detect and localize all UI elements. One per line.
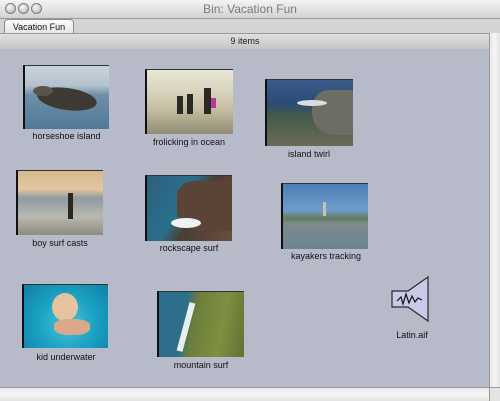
clip-item[interactable]: frolicking in ocean <box>145 69 233 149</box>
audio-file-item[interactable]: Latin.aif <box>384 275 444 345</box>
item-count: 9 items <box>230 36 260 46</box>
clip-label: island twirl <box>287 149 330 159</box>
clip-thumbnail[interactable] <box>281 183 368 249</box>
clip-item[interactable]: horseshoe island <box>23 65 110 145</box>
clip-item[interactable]: boy surf casts <box>16 170 104 250</box>
bin-contents-area[interactable]: horseshoe island frolicking in ocean isl… <box>0 49 489 387</box>
clip-item[interactable]: mountain surf <box>157 291 245 373</box>
clip-label: kayakers tracking <box>290 251 362 261</box>
vertical-scrollbar[interactable] <box>489 33 500 387</box>
clip-label: boy surf casts <box>32 238 88 248</box>
clip-thumbnail[interactable] <box>22 284 108 348</box>
item-count-bar: 9 items <box>0 33 490 50</box>
clip-label: frolicking in ocean <box>152 137 226 147</box>
resize-corner[interactable] <box>489 387 500 401</box>
clip-item[interactable]: kid underwater <box>22 284 110 364</box>
horizontal-scrollbar[interactable] <box>0 387 489 401</box>
tab-vacation-fun[interactable]: Vacation Fun <box>4 19 74 33</box>
clip-item[interactable]: rockscape surf <box>145 175 233 255</box>
clip-item[interactable]: kayakers tracking <box>281 183 371 265</box>
window-title: Bin: Vacation Fun <box>203 2 297 16</box>
clip-thumbnail[interactable] <box>157 291 244 357</box>
audio-file-label: Latin.aif <box>396 330 428 340</box>
clip-label: mountain surf <box>173 360 229 370</box>
tab-strip: Vacation Fun <box>0 19 500 33</box>
clip-thumbnail[interactable] <box>145 175 232 241</box>
clip-label: horseshoe island <box>32 131 101 141</box>
title-bar: Bin: Vacation Fun <box>0 0 500 19</box>
clip-item[interactable]: island twirl <box>265 79 353 161</box>
clip-label: rockscape surf <box>159 243 219 253</box>
clip-thumbnail[interactable] <box>23 65 109 129</box>
clip-thumbnail[interactable] <box>16 170 103 235</box>
clip-thumbnail[interactable] <box>145 69 233 134</box>
clip-thumbnail[interactable] <box>265 79 353 146</box>
clip-label: kid underwater <box>36 352 96 362</box>
speaker-waveform-icon[interactable] <box>388 275 432 323</box>
